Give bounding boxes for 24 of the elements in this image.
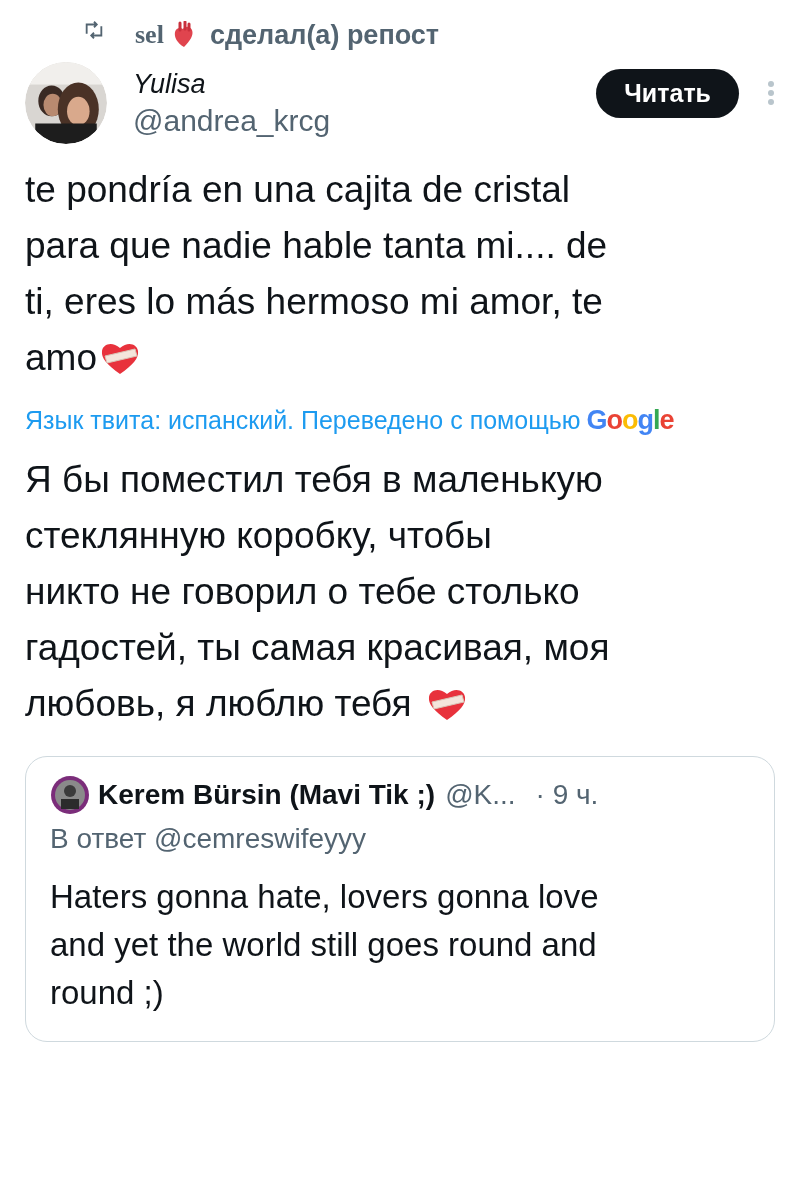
- google-logo: Google: [586, 405, 674, 435]
- repost-label: сделал(а) репост: [209, 19, 440, 51]
- translated-text-line: Я бы поместил тебя в маленькую: [25, 458, 603, 502]
- translated-text-line: гадостей, ты самая красивая, моя: [25, 626, 610, 670]
- follow-button[interactable]: Читать: [596, 68, 739, 118]
- translated-text-line: стеклянную коробку, чтобы: [25, 514, 492, 558]
- author-name[interactable]: Yulisa: [133, 68, 597, 100]
- translated-text-line: любовь, я люблю тебя: [25, 682, 412, 726]
- quoted-tweet-card[interactable]: Kerem Bürsin (Mavi Tik ;) @K... · 9 ч. В ответ @cemreswifeyyy Haters gonna hate, lovers gonna love and yet the world still goes round and round ;): [25, 756, 775, 1042]
- author-handle[interactable]: @andrea_krcg: [133, 103, 597, 138]
- translated-text-line: никто не говорил о тебе столько: [25, 570, 580, 614]
- tweet-text-line: te pondría en una cajita de cristal: [25, 168, 571, 212]
- tweet-text-line: ti, eres lo más hermoso mi amor, te: [25, 280, 603, 324]
- repost-user[interactable]: sel: [135, 20, 164, 50]
- quote-author-handle[interactable]: @K...: [445, 779, 516, 811]
- tweet-text-line: para que nadie hable tanta mi.... de: [25, 224, 608, 268]
- quote-avatar: [50, 775, 90, 815]
- translation-note: Язык твита: испанский. Переведено с помощью: [25, 406, 581, 434]
- tweet-text-line: amo: [25, 336, 97, 380]
- repost-icon: [83, 19, 105, 41]
- quote-author-name[interactable]: Kerem Bürsin (Mavi Tik ;): [98, 779, 436, 811]
- reply-to-label: В ответ @cemreswifeyyy: [50, 823, 368, 855]
- quote-time: · 9 ч.: [535, 779, 599, 811]
- quote-text: Haters gonna hate, lovers gonna love and yet the world still goes round and round ;): [50, 877, 600, 1013]
